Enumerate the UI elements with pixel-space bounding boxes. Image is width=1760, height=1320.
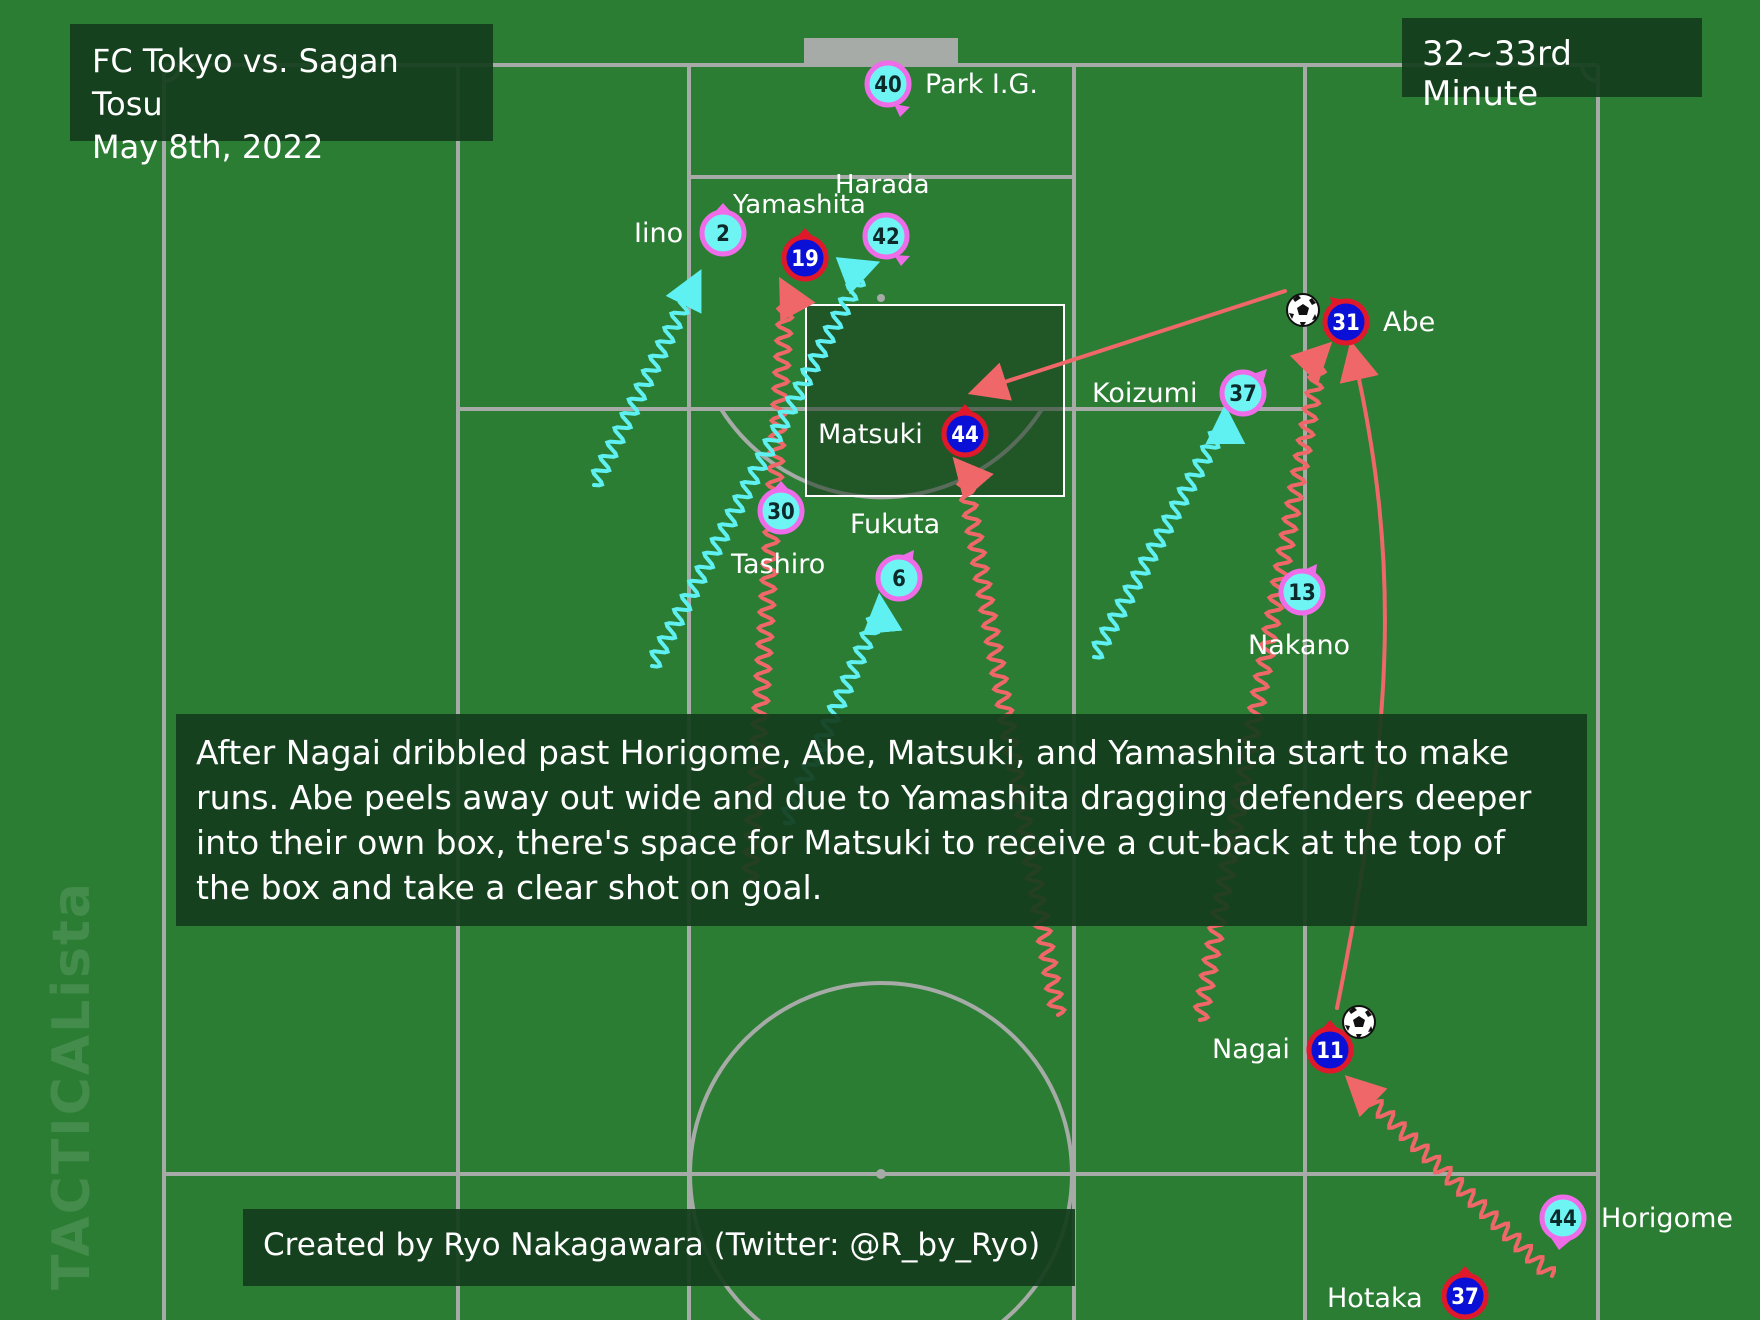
svg-text:19: 19 bbox=[791, 247, 819, 272]
space-highlight bbox=[805, 304, 1065, 497]
label-park: Park I.G. bbox=[925, 69, 1038, 100]
description-text: After Nagai dribbled past Horigome, Abe,… bbox=[196, 733, 1532, 907]
minute-panel: 32~33rd Minute bbox=[1402, 18, 1702, 114]
svg-text:44: 44 bbox=[1549, 1207, 1577, 1232]
goal bbox=[804, 38, 958, 65]
label-nagai: Nagai bbox=[1212, 1034, 1290, 1065]
svg-text:2: 2 bbox=[716, 222, 730, 247]
description-panel: After Nagai dribbled past Horigome, Abe,… bbox=[176, 714, 1587, 926]
ball-at-nagai bbox=[1342, 1005, 1376, 1039]
player-koizumi: 37 bbox=[1219, 369, 1267, 417]
label-abe: Abe bbox=[1383, 307, 1435, 338]
label-koizumi: Koizumi bbox=[1092, 378, 1197, 409]
svg-text:6: 6 bbox=[892, 567, 906, 592]
football-pitch: 19 Yamashita 31 Abe 44 Matsuki 11 Nagai bbox=[0, 0, 1760, 1320]
svg-text:11: 11 bbox=[1316, 1039, 1344, 1064]
svg-text:37: 37 bbox=[1451, 1285, 1479, 1310]
svg-text:42: 42 bbox=[872, 225, 900, 250]
svg-text:30: 30 bbox=[767, 500, 795, 525]
label-fukuta: Fukuta bbox=[850, 509, 940, 540]
credit-text: Created by Ryo Nakagawara (Twitter: @R_b… bbox=[263, 1227, 1041, 1263]
tactical-diagram: 19 Yamashita 31 Abe 44 Matsuki 11 Nagai bbox=[0, 0, 1760, 1320]
label-horigome: Horigome bbox=[1601, 1203, 1733, 1234]
match-title: FC Tokyo vs. Sagan Tosu bbox=[92, 42, 399, 123]
label-nakano: Nakano bbox=[1248, 630, 1350, 661]
penalty-spot bbox=[877, 294, 885, 302]
ball-at-abe bbox=[1286, 293, 1320, 327]
svg-text:37: 37 bbox=[1229, 382, 1257, 407]
player-abe: 31 bbox=[1322, 297, 1370, 346]
label-iino: Iino bbox=[634, 218, 683, 249]
svg-text:44: 44 bbox=[951, 423, 979, 448]
credit-panel: Created by Ryo Nakagawara (Twitter: @R_b… bbox=[243, 1209, 1075, 1286]
match-title-panel: FC Tokyo vs. Sagan Tosu May 8th, 2022 bbox=[70, 24, 493, 166]
centre-spot bbox=[876, 1169, 886, 1179]
label-harada: Harada bbox=[835, 170, 930, 200]
label-tashiro: Tashiro bbox=[730, 549, 825, 580]
label-matsuki: Matsuki bbox=[818, 419, 923, 450]
match-date: May 8th, 2022 bbox=[92, 128, 324, 166]
watermark-logo: TACTICALista bbox=[42, 881, 102, 1290]
svg-text:13: 13 bbox=[1288, 581, 1316, 606]
svg-text:31: 31 bbox=[1332, 311, 1360, 336]
svg-text:40: 40 bbox=[874, 73, 902, 98]
label-hotaka: Hotaka bbox=[1327, 1283, 1423, 1314]
